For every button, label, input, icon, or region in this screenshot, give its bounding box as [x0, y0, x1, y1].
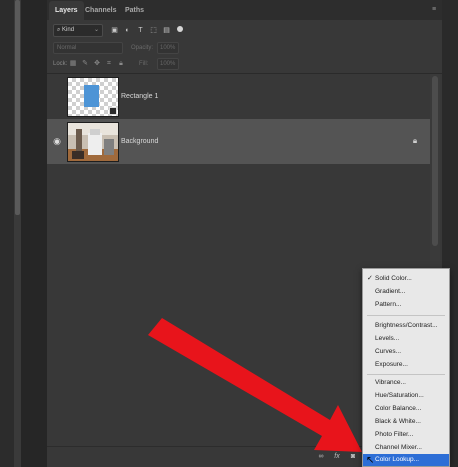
shape-filter-icon[interactable]: ⬚ — [149, 26, 158, 35]
pixel-filter-icon[interactable]: ▣ — [110, 26, 119, 35]
menu-item-pattern[interactable]: Pattern... — [363, 299, 449, 311]
opacity-field[interactable]: 100% — [157, 42, 179, 54]
panel-tabbar: Layers Channels Paths ≡ — [47, 0, 442, 20]
menu-item-black-white[interactable]: Black & White... — [363, 416, 449, 428]
layer-name[interactable]: Background — [121, 119, 158, 164]
smart-object-filter-icon[interactable]: ▤ — [162, 26, 171, 35]
filter-row: ⌕ Kind ⌄ ▣ ◐ T ⬚ ▤ — [47, 22, 442, 40]
filter-kind-label: Kind — [62, 27, 75, 33]
filter-toggle[interactable] — [177, 26, 183, 32]
menu-item-gradient[interactable]: Gradient... — [363, 286, 449, 298]
menu-item-color-lookup[interactable]: Color Lookup... — [363, 454, 449, 466]
rectangle-shape-thumb — [84, 85, 99, 107]
adjustment-filter-icon[interactable]: ◐ — [123, 26, 132, 35]
fx-icon[interactable]: fx — [331, 451, 343, 463]
photoshop-layers-window: Layers Channels Paths ≡ ⌕ Kind ⌄ ▣ ◐ T ⬚… — [0, 0, 458, 467]
lock-label: Lock: — [53, 61, 68, 67]
blend-mode-select[interactable]: Normal — [53, 42, 123, 54]
menu-item-solid-color[interactable]: ✓ Solid Color... — [363, 273, 449, 285]
menu-item-channel-mixer[interactable]: Channel Mixer... — [363, 442, 449, 454]
smart-object-badge-icon — [109, 107, 117, 115]
menu-item-curves[interactable]: Curves... — [363, 346, 449, 358]
canvas-edge — [0, 0, 14, 467]
menu-item-brightness-contrast[interactable]: Brightness/Contrast... — [363, 320, 449, 332]
canvas-scrollbar-thumb[interactable] — [15, 0, 20, 215]
lock-row: Lock: ▦ ✎ ✥ ⌗ 🔒︎ Fill: 100% — [47, 58, 442, 72]
tab-paths[interactable]: Paths — [119, 1, 150, 20]
fill-label: Fill: — [139, 61, 149, 67]
lock-position-icon[interactable]: ✥ — [93, 59, 101, 68]
checkmark-icon: ✓ — [367, 275, 373, 282]
lock-artboard-icon[interactable]: ⌗ — [105, 59, 113, 68]
filter-kind-select[interactable]: ⌕ Kind ⌄ — [53, 24, 103, 37]
layers-scrollbar-thumb[interactable] — [432, 76, 438, 246]
eye-icon[interactable]: ◉ — [50, 134, 64, 148]
layer-thumbnail — [67, 77, 119, 117]
menu-item-vibrance[interactable]: Vibrance... — [363, 377, 449, 389]
lock-transparency-icon[interactable]: ▦ — [69, 59, 77, 68]
mouse-cursor-icon: ↖ — [366, 455, 375, 466]
adjustment-layer-menu: ✓ Solid Color... Gradient... Pattern... B… — [362, 268, 450, 467]
menu-item-hue-saturation[interactable]: Hue/Saturation... — [363, 390, 449, 402]
visibility-toggle[interactable] — [50, 89, 64, 103]
mask-icon[interactable]: ◙ — [347, 451, 359, 463]
menu-item-levels[interactable]: Levels... — [363, 333, 449, 345]
menu-item-color-balance[interactable]: Color Balance... — [363, 403, 449, 415]
menu-separator — [367, 374, 445, 375]
lock-icon[interactable]: 🔒︎ — [410, 135, 420, 147]
opacity-label: Opacity: — [131, 45, 154, 51]
menu-item-exposure[interactable]: Exposure... — [363, 359, 449, 371]
menu-item-photo-filter[interactable]: Photo Filter... — [363, 429, 449, 441]
layer-row-background[interactable]: ◉ Background 🔒︎ — [47, 119, 430, 164]
fill-field[interactable]: 100% — [157, 58, 179, 70]
lock-all-icon[interactable]: 🔒︎ — [117, 59, 125, 68]
layer-name[interactable]: Rectangle 1 — [121, 74, 158, 119]
tool-column — [21, 0, 47, 467]
link-icon[interactable]: ∞ — [315, 451, 327, 463]
panel-menu-icon[interactable]: ≡ — [432, 6, 438, 13]
layer-thumbnail — [67, 122, 119, 162]
lock-pixels-icon[interactable]: ✎ — [81, 59, 89, 68]
chevron-down-icon: ⌄ — [93, 27, 99, 33]
photo-thumbnail — [68, 123, 118, 161]
search-icon: ⌕ — [57, 27, 61, 33]
type-filter-icon[interactable]: T — [136, 26, 145, 35]
menu-separator — [367, 315, 445, 316]
layer-row-rectangle[interactable]: Rectangle 1 — [47, 74, 430, 119]
blend-row: Normal Opacity: 100% — [47, 42, 442, 56]
tab-channels[interactable]: Channels — [79, 1, 123, 20]
